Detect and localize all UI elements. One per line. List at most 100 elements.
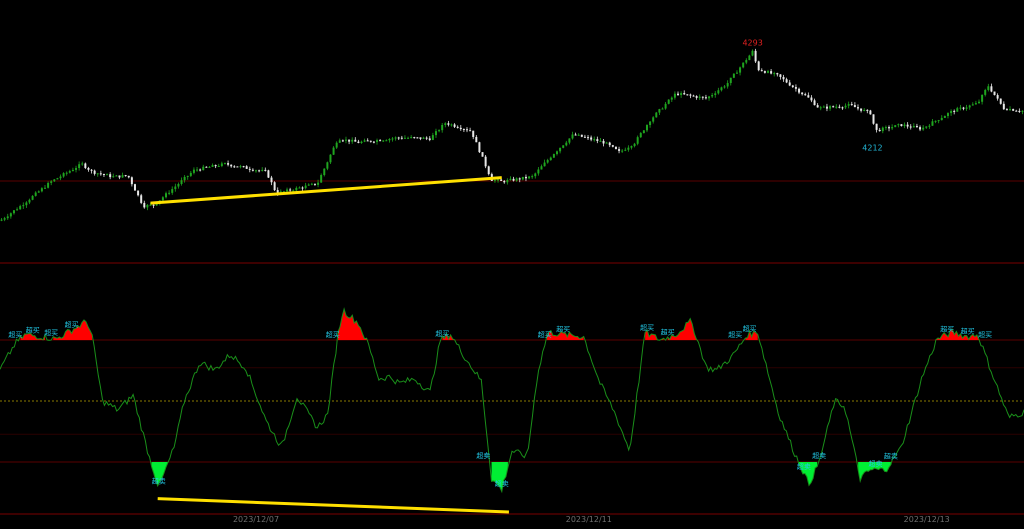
candle-body — [943, 115, 946, 118]
candle-body — [869, 110, 872, 115]
candle-body — [78, 164, 81, 169]
candle-body — [528, 176, 531, 179]
candle-body — [199, 169, 202, 171]
candle-body — [543, 162, 546, 167]
candle-body — [937, 120, 940, 122]
candle-body — [475, 136, 478, 143]
candle-body — [928, 125, 931, 127]
candle-body — [524, 176, 527, 179]
candle-body — [220, 163, 223, 167]
candle-body — [59, 176, 62, 179]
candle-body — [9, 213, 12, 217]
signal-tag: 超买 — [26, 325, 40, 334]
candle-body — [102, 174, 105, 176]
candle-body — [723, 86, 726, 88]
candle-body — [552, 154, 555, 158]
candle-body — [22, 205, 25, 207]
date-axis-label: 2023/12/13 — [903, 515, 950, 524]
candle-body — [810, 97, 813, 101]
candle-body — [180, 180, 183, 184]
candle-body — [599, 140, 602, 142]
candle-body — [565, 142, 568, 146]
candle-body — [183, 176, 186, 181]
signal-tag: 超买 — [65, 320, 79, 329]
candle-body — [357, 141, 360, 144]
candle-body — [301, 187, 304, 189]
candle-body — [915, 126, 918, 128]
candle-body — [512, 178, 515, 181]
candle-body — [959, 107, 962, 109]
candle-body — [453, 124, 456, 127]
candle-body — [680, 93, 683, 96]
candle-body — [1018, 110, 1021, 112]
candle-body — [1009, 109, 1012, 111]
candle-body — [351, 139, 354, 142]
candle-body — [227, 163, 230, 165]
candle-body — [642, 130, 645, 134]
candle-body — [40, 188, 43, 192]
candle-body — [388, 138, 391, 141]
candle-body — [248, 168, 251, 170]
candle-body — [614, 146, 617, 150]
candle-body — [1005, 109, 1008, 111]
candle-body — [593, 139, 596, 141]
candle-body — [773, 73, 776, 75]
candle-body — [376, 140, 379, 142]
candle-body — [211, 165, 214, 167]
candle-body — [130, 177, 133, 185]
candle-body — [71, 169, 74, 172]
date-axis-label: 2023/12/11 — [565, 515, 612, 524]
candle-body — [382, 140, 385, 142]
signal-tag: 超买 — [728, 330, 742, 339]
candle-body — [531, 176, 534, 178]
candle-body — [633, 143, 636, 147]
candle-body — [459, 127, 462, 130]
candle-body — [286, 189, 289, 192]
candle-body — [990, 86, 993, 92]
candle-body — [37, 191, 40, 193]
candle-body — [1021, 110, 1024, 112]
candle-body — [317, 182, 320, 185]
candle-body — [506, 179, 509, 183]
candle-body — [171, 189, 174, 193]
candle-body — [866, 109, 869, 111]
candle-body — [313, 183, 316, 185]
candle-body — [264, 169, 267, 171]
candle-body — [621, 150, 624, 152]
candle-body — [962, 107, 965, 109]
candle-body — [258, 170, 261, 172]
signal-tag: 超买 — [940, 324, 954, 333]
candle-body — [96, 173, 99, 175]
candle-body — [177, 183, 180, 187]
candle-body — [574, 134, 577, 136]
candle-body — [953, 110, 956, 112]
candle-body — [813, 100, 816, 106]
candle-body — [31, 195, 34, 200]
candle-body — [894, 125, 897, 128]
candle-body — [856, 107, 859, 109]
chart-area[interactable]: 4293 4212 超买 超买 超买 超买 超买 超买 超买 超买 超买 超买 超买 超买 超买 超买 超买超… — [0, 0, 1024, 525]
candle-body — [133, 184, 136, 191]
candle-body — [81, 163, 84, 165]
candle-body — [413, 137, 416, 139]
candle-body — [630, 146, 633, 148]
signal-tag: 超卖 — [495, 479, 509, 488]
signal-tag: 超卖 — [812, 451, 826, 460]
candle-body — [825, 106, 828, 109]
candle-body — [767, 71, 769, 73]
candle-body — [602, 140, 605, 144]
candle-body — [624, 149, 627, 151]
candle-body — [956, 108, 959, 112]
candle-body — [776, 73, 779, 75]
candle-body — [577, 134, 580, 136]
candle-body — [332, 147, 335, 155]
candle-body — [202, 166, 205, 171]
candle-body — [239, 166, 242, 168]
candle-body — [462, 129, 465, 131]
candle-body — [261, 169, 264, 171]
candle-body — [611, 145, 614, 147]
candle-body — [379, 140, 382, 142]
candle-body — [149, 204, 152, 206]
candle-body — [121, 175, 124, 178]
candle-body — [450, 124, 453, 126]
